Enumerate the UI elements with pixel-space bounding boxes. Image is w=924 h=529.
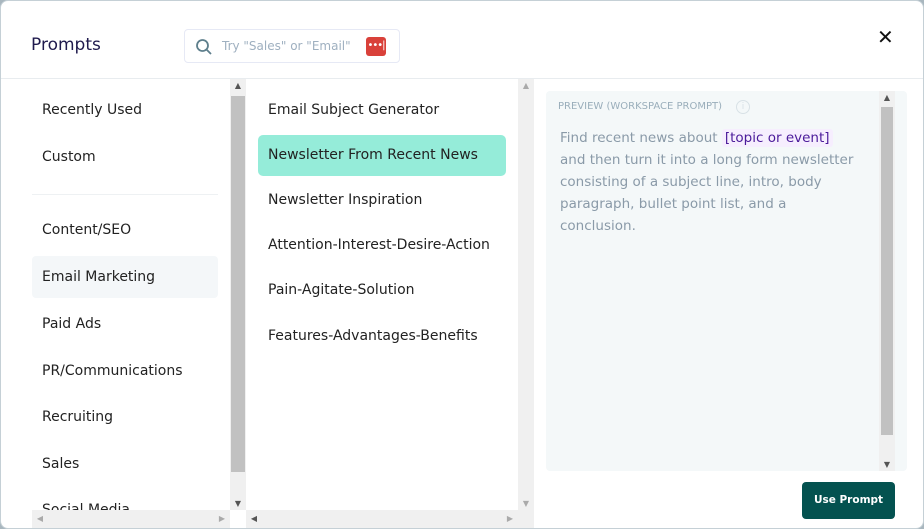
extension-badge-icon[interactable]: •••| <box>366 37 386 56</box>
prompt-newsletter-inspiration[interactable]: Newsletter Inspiration <box>268 192 422 208</box>
preview-box: PREVIEW (WORKSPACE PROMPT) i Find recent… <box>546 91 907 471</box>
prompt-list: Email Subject Generator Newsletter From … <box>246 79 534 528</box>
prompts-modal: Prompts Try "Sales" or "Email" •••| ✕ Re… <box>0 0 924 529</box>
preview-vertical-scrollbar[interactable]: ▲ ▼ <box>879 91 895 471</box>
prompt-vertical-scrollbar[interactable]: ▲ ▼ <box>518 79 534 510</box>
category-list: Recently Used Custom Content/SEO Email M… <box>1 79 246 528</box>
scroll-left-icon[interactable]: ◀ <box>246 514 262 523</box>
scroll-up-icon[interactable]: ▲ <box>879 93 895 102</box>
scroll-up-icon[interactable]: ▲ <box>230 81 246 90</box>
prompt-pas[interactable]: Pain-Agitate-Solution <box>268 282 415 298</box>
preview-text-start: Find recent news about <box>560 130 722 146</box>
category-content-seo[interactable]: Content/SEO <box>42 222 131 238</box>
search-placeholder: Try "Sales" or "Email" <box>222 39 351 53</box>
prompt-newsletter-from-recent-news[interactable]: Newsletter From Recent News <box>268 147 478 163</box>
preview-label: PREVIEW (WORKSPACE PROMPT) <box>558 101 723 112</box>
category-pr-communications[interactable]: PR/Communications <box>42 363 183 379</box>
category-sales[interactable]: Sales <box>42 456 79 472</box>
prompt-aida[interactable]: Attention-Interest-Desire-Action <box>268 237 490 253</box>
category-divider <box>32 194 218 195</box>
category-vertical-scrollbar[interactable]: ▲ ▼ <box>230 79 246 510</box>
scroll-right-icon[interactable]: ▶ <box>214 514 230 523</box>
scrollbar-thumb[interactable] <box>881 107 893 435</box>
category-custom[interactable]: Custom <box>42 149 96 165</box>
category-recently-used[interactable]: Recently Used <box>42 102 142 118</box>
preview-text: Find recent news about [topic or event] … <box>560 127 860 237</box>
close-icon[interactable]: ✕ <box>877 25 894 49</box>
search-input[interactable]: Try "Sales" or "Email" •••| <box>184 29 400 63</box>
preview-text-end: and then turn it into a long form newsle… <box>560 152 854 234</box>
category-recruiting[interactable]: Recruiting <box>42 409 113 425</box>
scroll-right-icon[interactable]: ▶ <box>502 514 518 523</box>
search-icon <box>196 39 212 55</box>
category-email-marketing[interactable]: Email Marketing <box>42 269 155 285</box>
prompt-variable: [topic or event] <box>721 129 833 147</box>
preview-pane: PREVIEW (WORKSPACE PROMPT) i Find recent… <box>534 79 923 528</box>
prompt-email-subject-generator[interactable]: Email Subject Generator <box>268 102 439 118</box>
category-horizontal-scrollbar[interactable]: ◀ ▶ <box>32 510 230 528</box>
use-prompt-button[interactable]: Use Prompt <box>802 482 895 519</box>
scroll-left-icon[interactable]: ◀ <box>32 514 48 523</box>
category-paid-ads[interactable]: Paid Ads <box>42 316 101 332</box>
info-icon[interactable]: i <box>736 100 750 114</box>
scroll-down-icon[interactable]: ▼ <box>518 499 534 508</box>
modal-title: Prompts <box>31 35 101 55</box>
scroll-up-icon[interactable]: ▲ <box>518 81 534 90</box>
scroll-down-icon[interactable]: ▼ <box>879 460 895 469</box>
prompt-horizontal-scrollbar[interactable]: ◀ ▶ <box>246 510 534 528</box>
prompt-fab[interactable]: Features-Advantages-Benefits <box>268 328 478 344</box>
scroll-down-icon[interactable]: ▼ <box>230 499 246 508</box>
scrollbar-thumb[interactable] <box>231 96 245 472</box>
